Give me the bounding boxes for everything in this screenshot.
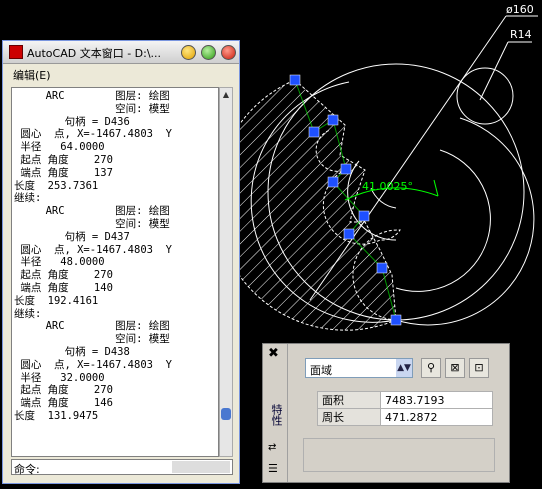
autohide-icon[interactable]: ⇄ (268, 442, 276, 453)
history-line: ARC 图层: 绘图 (14, 205, 170, 218)
history-line: 半径 32.0000 (14, 371, 105, 384)
grip[interactable] (340, 163, 352, 175)
dropdown-arrow-icon[interactable]: ▲▼ (396, 359, 412, 377)
history-line: 句柄 = D436 (14, 115, 130, 128)
history-line: 起点 角度 270 (14, 153, 113, 166)
hatched-region[interactable] (214, 79, 397, 331)
history-line: 空间: 模型 (14, 217, 170, 230)
grip[interactable] (327, 114, 339, 126)
history-line: 半径 48.0000 (14, 256, 105, 269)
history-line: 端点 角度 146 (14, 397, 113, 410)
property-row[interactable]: 面积 7483.7193 (317, 391, 493, 409)
property-value[interactable]: 471.2872 (380, 408, 493, 426)
minimize-button[interactable] (181, 45, 196, 60)
history-line: 起点 角度 270 (14, 384, 113, 397)
history-line: 端点 角度 140 (14, 281, 113, 294)
toggle-pickadd-icon[interactable]: ⊠ (445, 358, 465, 378)
command-history[interactable]: ARC 图层: 绘图 空间: 模型 句柄 = D436 圆心 点, X=-146… (11, 87, 219, 457)
dim-diameter-text[interactable]: ø160 (506, 3, 534, 16)
scroll-up-arrow-icon[interactable]: ▲ (220, 88, 232, 102)
property-key: 面积 (317, 391, 381, 409)
grip[interactable] (327, 176, 339, 188)
history-line: 空间: 模型 (14, 102, 170, 115)
history-line: 圆心 点, X=-1467.4803 Y (14, 358, 172, 371)
properties-palette[interactable]: ✖ 特性 ⇄ ☰ 面域 ▲▼ ⚲ ⊠ ⊡ 面积 7483.7193 周长 471… (262, 343, 510, 483)
property-row[interactable]: 周长 471.2872 (317, 408, 493, 426)
history-line: 起点 角度 270 (14, 269, 113, 282)
leader-radius (479, 41, 509, 101)
history-line: 半径 64.0000 (14, 141, 105, 154)
small-circle-r14[interactable] (456, 67, 514, 125)
properties-table: 面积 7483.7193 周长 471.2872 (317, 391, 493, 426)
history-line: 端点 角度 137 (14, 166, 113, 179)
history-line: 继续: (14, 307, 42, 320)
grip[interactable] (358, 210, 370, 222)
grip[interactable] (376, 262, 388, 274)
history-line: 继续: (14, 192, 42, 205)
text-window-titlebar[interactable]: AutoCAD 文本窗口 - D:\... (3, 41, 239, 64)
dim-angle-text[interactable]: 41.0025° (362, 180, 413, 193)
arc-large-right[interactable] (395, 117, 535, 326)
palette-sidebar: ✖ 特性 ⇄ ☰ (263, 344, 288, 482)
property-key: 周长 (317, 408, 381, 426)
grip[interactable] (308, 126, 320, 138)
history-line: 句柄 = D437 (14, 230, 130, 243)
history-line: 长度 131.9475 (14, 409, 99, 422)
autocad-app-icon (9, 45, 23, 59)
close-icon[interactable]: ✖ (268, 346, 279, 361)
text-window-menubar: 编辑(E) (3, 64, 239, 84)
quick-select-icon[interactable]: ⚲ (421, 358, 441, 378)
horizontal-scrollbar[interactable] (172, 461, 230, 473)
property-description-panel (303, 438, 495, 472)
close-button[interactable] (221, 45, 236, 60)
command-line: 命令: (11, 459, 233, 476)
history-line: 圆心 点, X=-1467.4803 Y (14, 128, 172, 141)
history-line: ARC 图层: 绘图 (14, 90, 170, 102)
object-type-select[interactable]: 面域 ▲▼ (305, 358, 413, 378)
maximize-button[interactable] (201, 45, 216, 60)
text-window-title: AutoCAD 文本窗口 - D:\... (27, 47, 162, 60)
palette-title: 特性 (270, 404, 283, 426)
history-lines: ARC 图层: 绘图 空间: 模型 句柄 = D436 圆心 点, X=-146… (14, 90, 172, 423)
property-value[interactable]: 7483.7193 (380, 391, 493, 409)
history-scrollbar[interactable]: ▲ (219, 87, 233, 457)
grip[interactable] (343, 228, 355, 240)
history-line: 长度 253.7361 (14, 179, 99, 192)
palette-menu-icon[interactable]: ☰ (268, 462, 278, 475)
history-line: 空间: 模型 (14, 333, 170, 346)
dim-radius-text[interactable]: R14 (510, 28, 532, 41)
angle-dimension-ext (433, 179, 439, 197)
history-line: 圆心 点, X=-1467.4803 Y (14, 243, 172, 256)
autocad-text-window[interactable]: AutoCAD 文本窗口 - D:\... 编辑(E) ARC 图层: 绘图 空… (2, 40, 240, 484)
menu-edit[interactable]: 编辑(E) (13, 67, 51, 83)
command-prompt-label: 命令: (14, 463, 40, 476)
command-input[interactable] (56, 461, 170, 475)
object-type-value: 面域 (310, 364, 332, 377)
history-line: 句柄 = D438 (14, 345, 130, 358)
history-line: ARC 图层: 绘图 (14, 320, 170, 333)
grip[interactable] (289, 74, 301, 86)
grip[interactable] (390, 314, 402, 326)
history-line: 长度 192.4161 (14, 294, 99, 307)
scroll-thumb[interactable] (221, 408, 231, 420)
select-objects-icon[interactable]: ⊡ (469, 358, 489, 378)
arc-mid-right[interactable] (395, 149, 491, 292)
